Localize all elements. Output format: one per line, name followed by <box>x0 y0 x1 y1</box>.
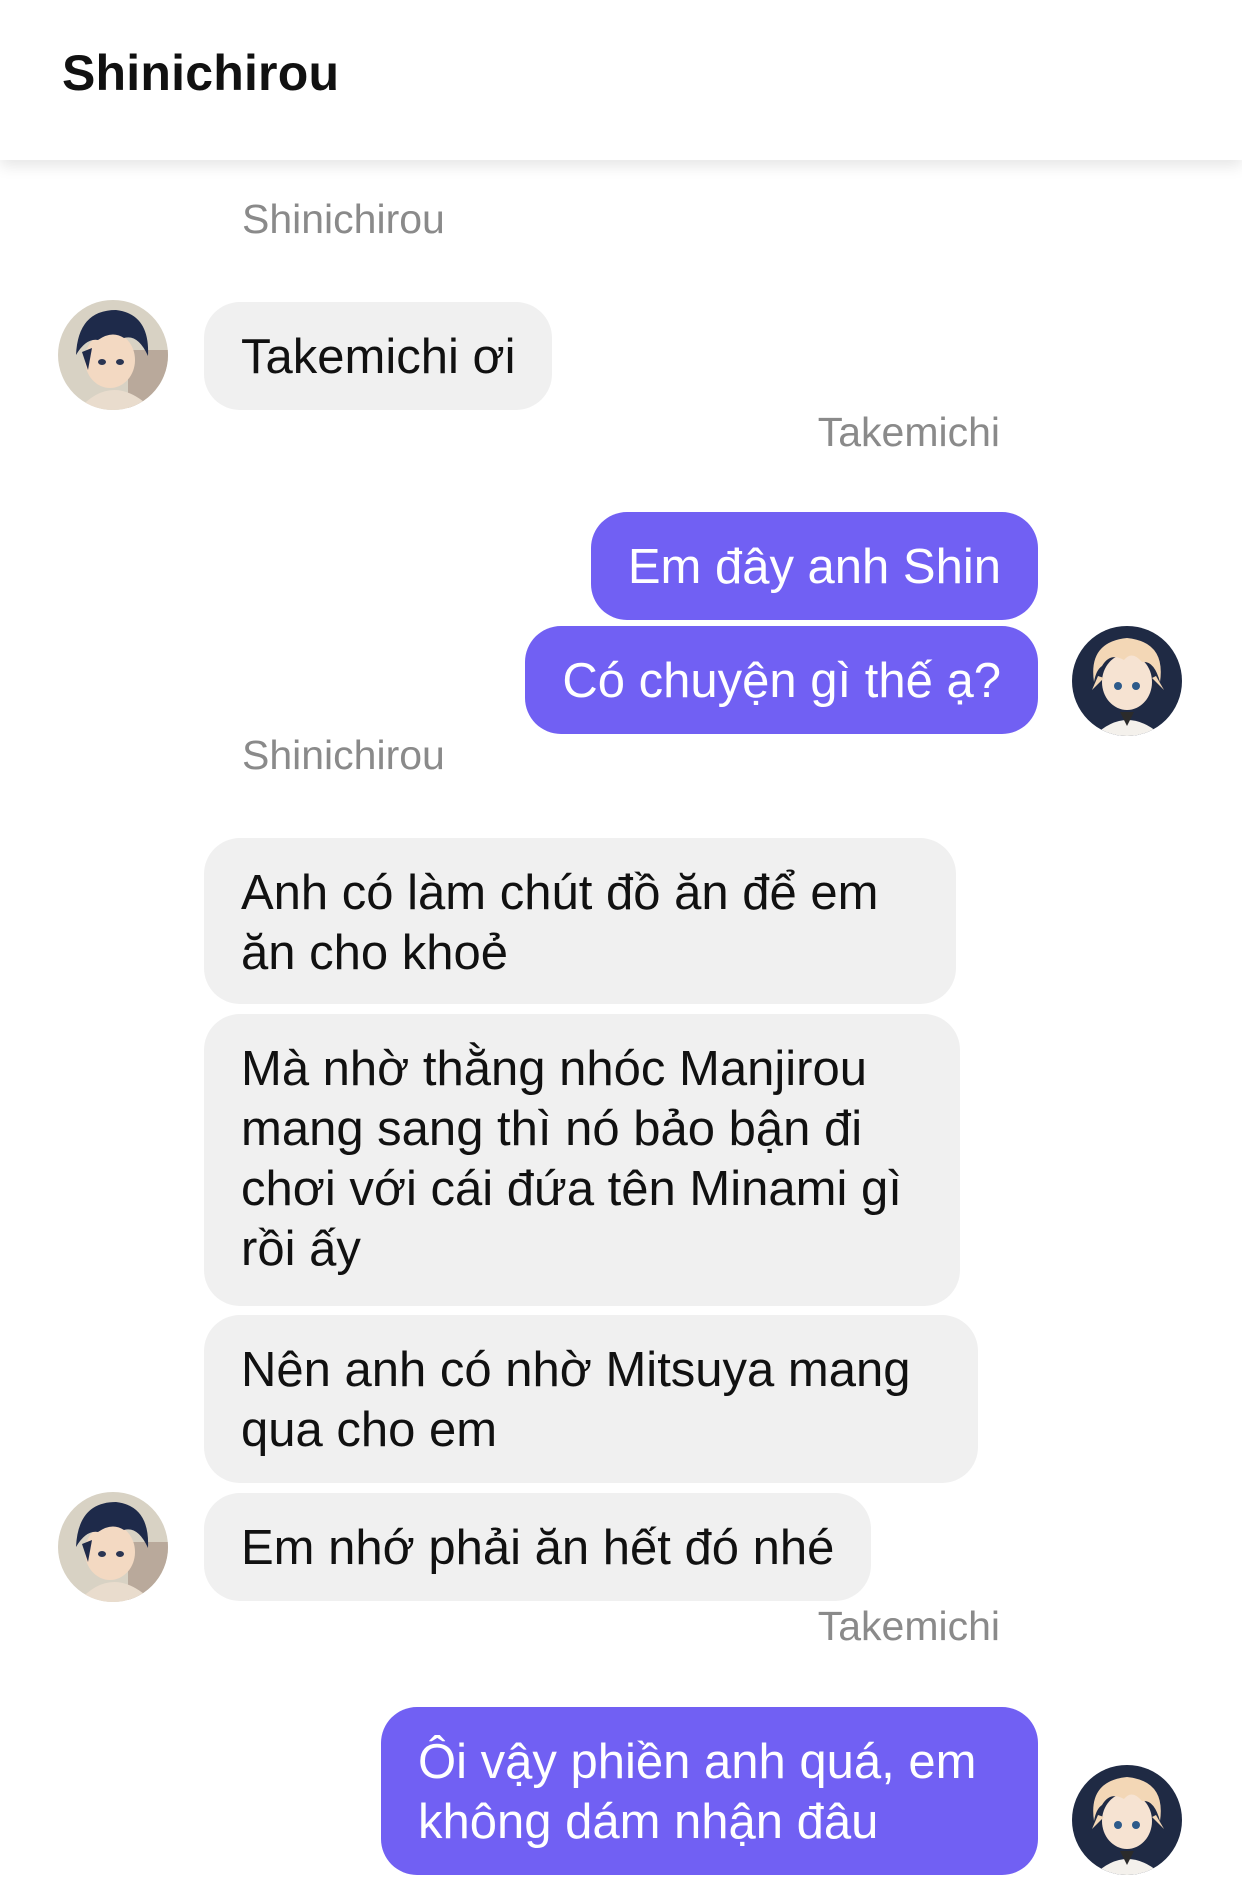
message-list: Shinichirou Takemichi ơi Takemichi Em đâ… <box>0 160 1242 1900</box>
sender-name: Shinichirou <box>242 732 445 778</box>
message-bubble-incoming[interactable]: Em nhớ phải ăn hết đó nhé <box>204 1493 872 1601</box>
sender-name: Takemichi <box>817 409 1000 455</box>
message-bubble-outgoing[interactable]: Em đây anh Shin <box>590 512 1038 620</box>
message-bubble-incoming[interactable]: Nên anh có nhờ Mitsuya mang qua cho em <box>204 1315 978 1483</box>
sender-name: Takemichi <box>817 1603 1000 1649</box>
message-text: Nên anh có nhờ Mitsuya mang qua cho em <box>241 1343 911 1457</box>
chat-header: Shinichirou <box>0 0 1242 160</box>
message-text: Anh có làm chút đồ ăn để em ăn cho khoẻ <box>241 866 879 980</box>
chat-title[interactable]: Shinichirou <box>62 44 339 102</box>
avatar-dark-hair-icon[interactable] <box>58 300 168 410</box>
message-text: Em nhớ phải ăn hết đó nhé <box>241 1521 835 1575</box>
message-bubble-incoming[interactable]: Mà nhờ thằng nhóc Manjirou mang sang thì… <box>204 1014 960 1306</box>
avatar-blond-hair-icon[interactable] <box>1072 626 1182 736</box>
avatar-dark-hair-icon[interactable] <box>58 1492 168 1602</box>
message-text: Có chuyện gì thế ạ? <box>562 654 1001 708</box>
sender-name: Shinichirou <box>242 196 445 242</box>
message-text: Takemichi ơi <box>241 330 516 384</box>
avatar-blond-hair-icon[interactable] <box>1072 1765 1182 1875</box>
message-bubble-incoming[interactable]: Takemichi ơi <box>204 302 553 410</box>
message-text: Mà nhờ thằng nhóc Manjirou mang sang thì… <box>241 1042 902 1276</box>
message-bubble-outgoing[interactable]: Ôi vậy phiền anh quá, em không dám nhận … <box>381 1707 1038 1875</box>
message-text: Em đây anh Shin <box>627 540 1001 594</box>
message-bubble-outgoing[interactable]: Có chuyện gì thế ạ? <box>525 626 1038 734</box>
message-text: Ôi vậy phiền anh quá, em không dám nhận … <box>418 1735 977 1849</box>
message-bubble-incoming[interactable]: Anh có làm chút đồ ăn để em ăn cho khoẻ <box>204 838 956 1004</box>
